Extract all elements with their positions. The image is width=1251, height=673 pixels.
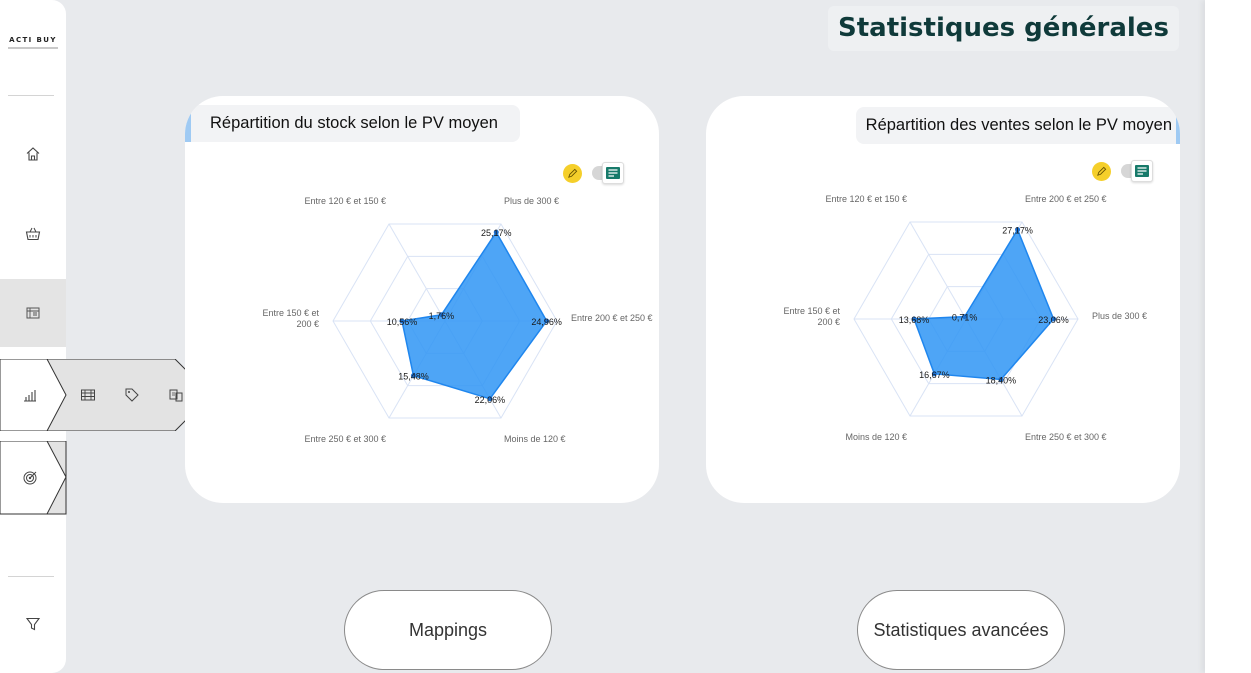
sales-radar-chart: 27,17% 23,06% 18,40% 16,67% 13,68% 0,71% Entre… <box>783 194 1147 442</box>
radar-category-label: Entre 150 € et 200 € <box>262 308 319 329</box>
radar-category-label: Entre 120 € et 150 € <box>825 194 907 204</box>
sidebar-item-home[interactable] <box>0 120 66 188</box>
flyout-item-swap[interactable] <box>168 387 184 408</box>
filter-icon <box>25 617 41 631</box>
pencil-icon <box>1097 166 1107 176</box>
catalog-icon <box>26 307 40 319</box>
tag-icon <box>125 388 139 402</box>
right-panel-edge <box>1205 0 1251 673</box>
stock-radar-chart: 25,17% 24,96% 22,06% 15,48% 10,56% 1,76% Plus … <box>262 196 653 444</box>
edit-button[interactable] <box>563 163 582 183</box>
radar-category-label: Entre 150 € et 200 € <box>783 306 840 327</box>
radar-data-label: 27,17% <box>1002 226 1033 236</box>
radar-data-label: 24,96% <box>531 317 562 327</box>
logo: ACTI BUY <box>4 36 62 49</box>
stock-radar-card: 25,17% 24,96% 22,06% 15,48% 10,56% 1,76% Plus … <box>185 96 659 503</box>
sidebar-item-filter[interactable] <box>0 590 66 658</box>
analytics-flyout <box>0 359 212 431</box>
radar-category-label: Entre 120 € et 150 € <box>304 196 386 206</box>
sales-card-title: Répartition des ventes selon le PV moyen <box>855 107 1180 144</box>
mappings-button[interactable]: Mappings <box>344 590 552 670</box>
pencil-icon <box>568 168 578 178</box>
radar-category-label: Moins de 120 € <box>504 434 566 444</box>
advanced-stats-button[interactable]: Statistiques avancées <box>857 590 1065 670</box>
radar-series-area <box>913 227 1055 381</box>
radar-data-label: 18,40% <box>986 375 1017 385</box>
sidebar-divider-bottom <box>8 576 54 577</box>
document-icon <box>1135 165 1149 177</box>
radar-category-label: Entre 200 € et 250 € <box>1025 194 1107 204</box>
logo-text: ACTI BUY <box>9 36 57 44</box>
stock-card-actions <box>563 162 624 184</box>
radar-data-label: 10,56% <box>387 317 418 327</box>
radar-axis <box>388 223 446 322</box>
target-icon <box>23 471 37 485</box>
radar-data-label: 16,67% <box>919 370 950 380</box>
radar-data-label: 23,06% <box>1038 315 1069 325</box>
radar-data-label: 25,17% <box>481 228 512 238</box>
sidebar: ACTI BUY <box>0 0 66 673</box>
table-icon <box>81 389 95 401</box>
radar-data-label: 1,76% <box>429 311 455 321</box>
edit-button[interactable] <box>1092 161 1111 181</box>
radar-category-label: Moins de 120 € <box>845 432 907 442</box>
radar-data-label: 22,06% <box>475 395 506 405</box>
sidebar-item-analytics[interactable] <box>22 387 38 408</box>
document-icon <box>606 167 620 179</box>
details-button[interactable] <box>602 162 624 184</box>
flyout-item-table[interactable] <box>80 387 96 408</box>
sales-card-actions <box>1092 160 1153 182</box>
radar-category-label: Entre 250 € et 300 € <box>304 434 386 444</box>
swap-icon <box>169 389 183 402</box>
sidebar-item-basket[interactable] <box>0 200 66 268</box>
basket-icon <box>25 227 41 241</box>
logo-tagline <box>8 47 58 49</box>
bar-chart-icon <box>24 390 36 402</box>
radar-category-label: Entre 250 € et 300 € <box>1025 432 1107 442</box>
radar-data-label: 0,71% <box>952 313 978 323</box>
sidebar-divider <box>8 95 54 96</box>
radar-data-label: 15,48% <box>398 372 429 382</box>
flyout-item-tag[interactable] <box>124 387 140 408</box>
radar-axis <box>909 221 967 320</box>
sidebar-item-catalog[interactable] <box>0 279 66 347</box>
sales-radar-card: 27,17% 23,06% 18,40% 16,67% 13,68% 0,71% Entre… <box>706 96 1180 503</box>
sidebar-item-targets[interactable] <box>22 470 38 491</box>
targets-flyout <box>0 441 67 515</box>
radar-category-label: Entre 200 € et 250 € <box>571 313 653 323</box>
details-button[interactable] <box>1131 160 1153 182</box>
radar-category-label: Plus de 300 € <box>504 196 559 206</box>
home-icon <box>26 147 40 161</box>
stock-card-title: Répartition du stock selon le PV moyen <box>185 105 520 142</box>
radar-data-label: 13,68% <box>899 315 930 325</box>
radar-category-label: Plus de 300 € <box>1092 311 1147 321</box>
page-title: Statistiques générales <box>828 6 1179 51</box>
